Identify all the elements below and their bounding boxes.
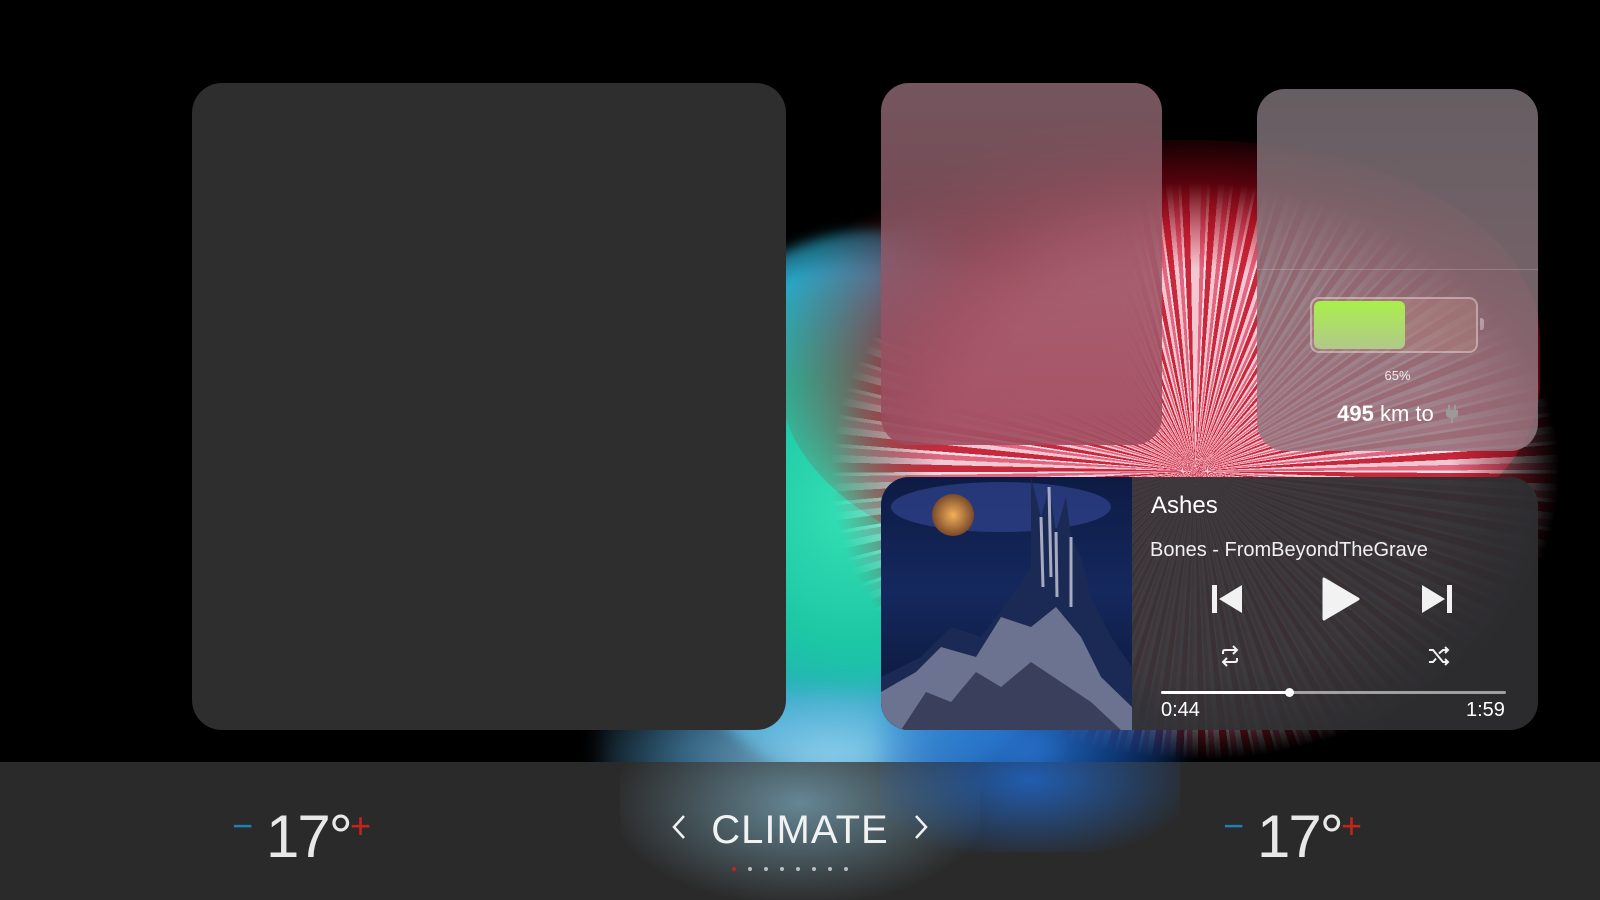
passenger-temp-decrease-button[interactable]: − xyxy=(1223,805,1244,847)
page-dot[interactable] xyxy=(780,867,784,871)
battery-terminal xyxy=(1480,318,1484,330)
elapsed-time: 0:44 xyxy=(1161,699,1200,721)
track-artist-album: Bones - FromBeyondTheGrave xyxy=(1150,539,1428,561)
playback-progress-fill xyxy=(1161,691,1289,694)
skip-previous-icon[interactable] xyxy=(1209,581,1245,617)
widget-glass-blank[interactable] xyxy=(881,83,1162,445)
shuffle-icon[interactable] xyxy=(1427,644,1451,668)
range-value: 495 xyxy=(1337,401,1374,426)
play-icon[interactable] xyxy=(1318,575,1362,623)
driver-temp-increase-button[interactable]: + xyxy=(350,805,371,847)
battery-divider xyxy=(1257,269,1538,270)
album-art[interactable] xyxy=(881,477,1132,730)
page-dot[interactable] xyxy=(732,867,736,871)
skip-next-icon[interactable] xyxy=(1419,581,1455,617)
media-player-widget[interactable]: Ashes Bones - FromBeyondTheGrave 0:44 1:… xyxy=(881,477,1538,730)
battery-widget[interactable]: 65% 495 km to xyxy=(1257,89,1538,451)
page-dot[interactable] xyxy=(764,867,768,871)
widget-large-empty[interactable] xyxy=(192,83,786,730)
page-dot[interactable] xyxy=(828,867,832,871)
album-art-illustration xyxy=(881,477,1132,730)
plug-icon xyxy=(1445,405,1458,423)
climate-label[interactable]: CLIMATE xyxy=(668,808,932,853)
driver-temp-value: 17° xyxy=(266,803,353,870)
battery-range: 495 km to xyxy=(1257,401,1538,427)
battery-icon xyxy=(1310,297,1478,353)
passenger-temp-value: 17° xyxy=(1257,803,1344,870)
climate-navigator: CLIMATE xyxy=(668,806,932,866)
track-title: Ashes xyxy=(1151,492,1218,519)
climate-bar: − 17° + CLIMATE − 17° + xyxy=(0,762,1600,900)
battery-fill-bar xyxy=(1314,301,1405,349)
page-dot[interactable] xyxy=(796,867,800,871)
chevron-right-icon[interactable] xyxy=(910,810,932,844)
playback-scrubber-handle[interactable] xyxy=(1284,688,1294,697)
playback-progress-bar[interactable] xyxy=(1161,688,1506,697)
driver-temp-decrease-button[interactable]: − xyxy=(232,805,253,847)
page-indicator xyxy=(732,865,848,873)
dashboard-screen: 65% 495 km to Ashes Bones - FromBeyondTh… xyxy=(0,0,1600,900)
range-unit: km to xyxy=(1379,401,1434,426)
total-time: 1:59 xyxy=(1466,699,1505,721)
repeat-icon[interactable] xyxy=(1218,644,1242,668)
page-dot[interactable] xyxy=(748,867,752,871)
page-dot[interactable] xyxy=(844,867,848,871)
battery-percent: 65% xyxy=(1384,368,1411,383)
page-dot[interactable] xyxy=(812,867,816,871)
passenger-temp-increase-button[interactable]: + xyxy=(1341,805,1362,847)
